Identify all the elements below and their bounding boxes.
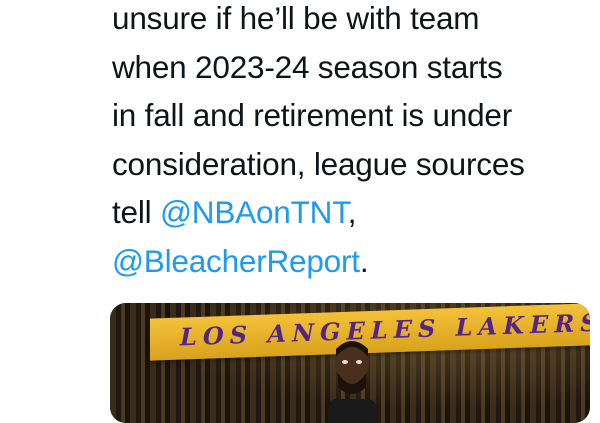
tweet-text-line: consideration, league sources [112, 145, 525, 182]
tweet-text-line: when 2023-24 season starts [112, 48, 503, 85]
tweet-text-line: unsure if he’ll be with team [112, 0, 480, 36]
tweet-text: unsure if he’ll be with team when 2023-2… [112, 0, 592, 285]
tweet-text-line: @BleacherReport. [112, 237, 592, 286]
tweet-text-line: in fall and retirement is under [112, 97, 513, 133]
player-figure [328, 341, 376, 423]
tweet-media-photo[interactable]: LOS ANGELES LAKERS [110, 303, 590, 423]
line-prefix: tell [112, 194, 161, 230]
line-suffix: , [347, 194, 357, 230]
tweet-text-line: tell @NBAonTNT, [112, 188, 592, 237]
line-suffix: . [359, 242, 369, 279]
mention-link-nbaontnt[interactable]: @NBAonTNT [160, 194, 348, 230]
mention-link-bleacherreport[interactable]: @BleacherReport [112, 243, 360, 279]
